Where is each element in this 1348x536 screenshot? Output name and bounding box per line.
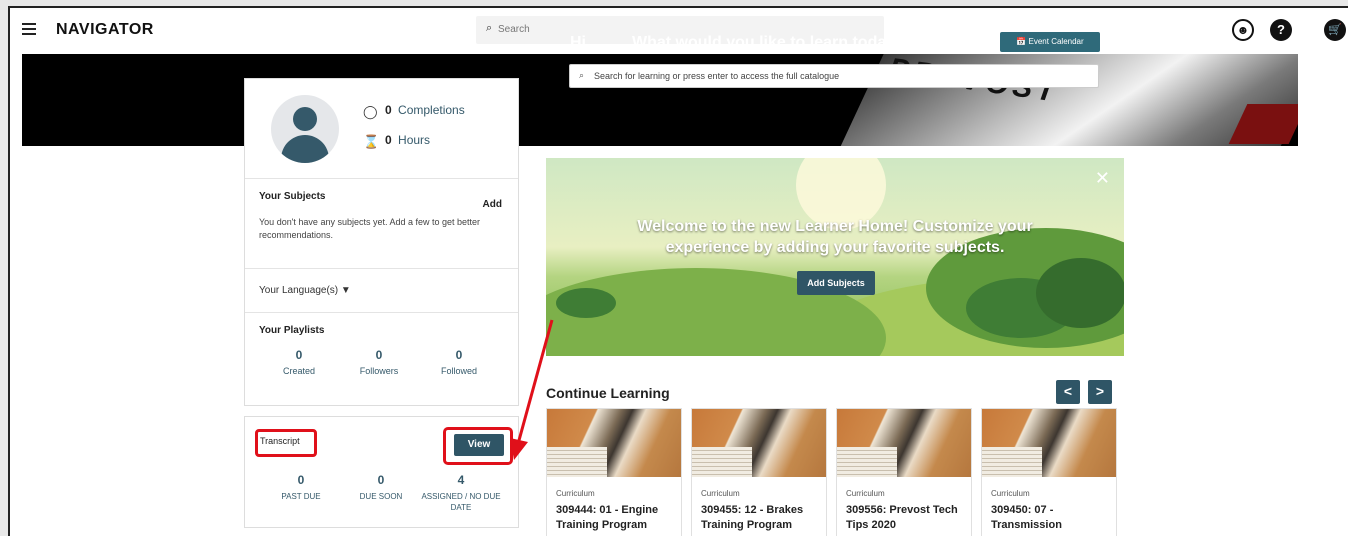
course-card[interactable]: Curriculum 309444: 01 - Engine Training P… [546, 408, 682, 536]
playlist-followed-label: Followed [440, 366, 478, 376]
playlist-followers-label: Followers [359, 366, 399, 376]
course-name: 309450: 07 - Transmission [991, 503, 1113, 533]
course-type: Curriculum [991, 489, 1030, 498]
course-type: Curriculum [701, 489, 740, 498]
completions-stat: ◯ 0 Completions [363, 103, 465, 119]
course-type: Curriculum [846, 489, 885, 498]
cart-icon[interactable]: 🛒 [1324, 19, 1346, 41]
completions-label: Completions [398, 103, 465, 117]
playlists-title: Your Playlists [259, 325, 325, 336]
assigned-stat[interactable]: 4 ASSIGNED / NO DUE DATE [421, 473, 501, 513]
app-frame: NAVIGATOR ⌕ Search ☻ ? 🛒 PREVOST Hi What… [8, 6, 1348, 536]
event-calendar-label: Event Calendar [1028, 37, 1084, 46]
carousel-prev-button[interactable]: < [1056, 380, 1080, 404]
global-search-placeholder: Search [498, 24, 530, 35]
playlists-section: Your Playlists 0 Created 0 Followers 0 Foll… [245, 313, 518, 405]
course-name-line1: 309444: 01 - Engine [556, 504, 659, 516]
welcome-title-line1: Welcome to the new Learner Home! Customi… [637, 218, 1033, 235]
course-name-line1: 309455: 12 - Brakes [701, 504, 804, 516]
highlight-box: View [443, 427, 513, 465]
due-soon-count: 0 [377, 473, 385, 487]
help-icon[interactable]: ? [1270, 19, 1292, 41]
user-icon[interactable]: ☻ [1232, 19, 1254, 41]
playlist-followed[interactable]: 0 Followed [419, 348, 499, 376]
course-card[interactable]: Curriculum 309455: 12 - Brakes Training P… [691, 408, 827, 536]
assigned-label: ASSIGNED / NO DUE DATE [421, 492, 501, 512]
course-name-line2: Training Program [556, 519, 648, 531]
subjects-empty-text: You don't have any subjects yet. Add a f… [259, 217, 481, 240]
playlist-followed-count: 0 [455, 348, 463, 362]
playlist-created-count: 0 [295, 348, 303, 362]
playlist-created-label: Created [282, 366, 316, 376]
hero-question: What would you like to learn today? [632, 34, 905, 51]
course-name-line2: Transmission [991, 519, 1062, 531]
continue-learning-title: Continue Learning [546, 385, 670, 401]
learning-search-placeholder: Search for learning or press enter to ac… [594, 71, 840, 81]
course-thumbnail [982, 409, 1116, 477]
playlist-created[interactable]: 0 Created [259, 348, 339, 376]
search-icon: ⌕ [486, 22, 493, 34]
avatar [271, 95, 339, 163]
language-selector[interactable]: Your Language(s) ▼ [245, 269, 518, 313]
profile-card: ◯ 0 Completions ⌛ 0 Hours Your Subjects Ad… [244, 78, 519, 406]
subjects-title: Your Subjects [259, 191, 326, 202]
search-icon: ⌕ [579, 70, 585, 80]
course-name-line2: Tips 2020 [846, 519, 896, 531]
course-thumbnail [837, 409, 971, 477]
course-thumbnail [692, 409, 826, 477]
course-card[interactable]: Curriculum 309450: 07 - Transmission [981, 408, 1117, 536]
playlist-followers[interactable]: 0 Followers [339, 348, 419, 376]
completions-count: 0 [385, 103, 392, 117]
course-name-line1: 309556: Prevost Tech [846, 504, 958, 516]
hours-count: 0 [385, 133, 392, 147]
course-name: 309444: 01 - Engine Training Program [556, 503, 678, 533]
due-soon-stat[interactable]: 0 DUE SOON [341, 473, 421, 513]
welcome-banner: Welcome to the new Learner Home! Customi… [546, 158, 1124, 356]
hours-stat: ⌛ 0 Hours [363, 133, 431, 149]
check-circle-icon: ◯ [363, 104, 378, 119]
event-calendar-button[interactable]: 📅 Event Calendar [1000, 32, 1100, 52]
course-name-line2: Training Program [701, 519, 793, 531]
add-subjects-button[interactable]: Add Subjects [797, 271, 875, 295]
transcript-title: Transcript [255, 429, 317, 457]
past-due-stat[interactable]: 0 PAST DUE [261, 473, 341, 513]
course-carousel: Curriculum 309444: 01 - Engine Training P… [546, 408, 1117, 536]
learning-search-input[interactable]: ⌕ Search for learning or press enter to … [569, 64, 1099, 88]
subjects-section: Your Subjects Add You don't have any sub… [245, 179, 518, 269]
course-name: 309556: Prevost Tech Tips 2020 [846, 503, 968, 533]
due-soon-label: DUE SOON [359, 492, 403, 501]
hours-label: Hours [398, 133, 431, 147]
caret-down-icon: ▼ [340, 285, 351, 296]
welcome-title: Welcome to the new Learner Home! Customi… [546, 216, 1124, 258]
assigned-count: 4 [457, 473, 465, 487]
welcome-title-line2: experience by adding your favorite subje… [665, 239, 1005, 256]
hourglass-icon: ⌛ [363, 134, 380, 149]
past-due-label: PAST DUE [281, 492, 321, 501]
brand-title: NAVIGATOR [56, 21, 154, 38]
hero-greeting: Hi [570, 34, 586, 51]
profile-summary: ◯ 0 Completions ⌛ 0 Hours [245, 79, 518, 179]
add-subject-link[interactable]: Add [483, 199, 502, 210]
playlist-followers-count: 0 [375, 348, 383, 362]
course-thumbnail [547, 409, 681, 477]
transcript-view-button[interactable]: View [454, 434, 504, 456]
calendar-icon: 📅 [1016, 37, 1027, 46]
close-icon[interactable]: ✕ [1095, 168, 1110, 189]
language-label: Your Language(s) [259, 285, 339, 296]
course-name: 309455: 12 - Brakes Training Program [701, 503, 823, 533]
course-name-line1: 309450: 07 - [991, 504, 1054, 516]
past-due-count: 0 [297, 473, 305, 487]
course-type: Curriculum [556, 489, 595, 498]
hamburger-icon[interactable] [22, 23, 36, 35]
transcript-card: Transcript View 0 PAST DUE 0 DUE SOON 4 ASS… [244, 416, 519, 528]
carousel-next-button[interactable]: > [1088, 380, 1112, 404]
course-card[interactable]: Curriculum 309556: Prevost Tech Tips 2020 [836, 408, 972, 536]
